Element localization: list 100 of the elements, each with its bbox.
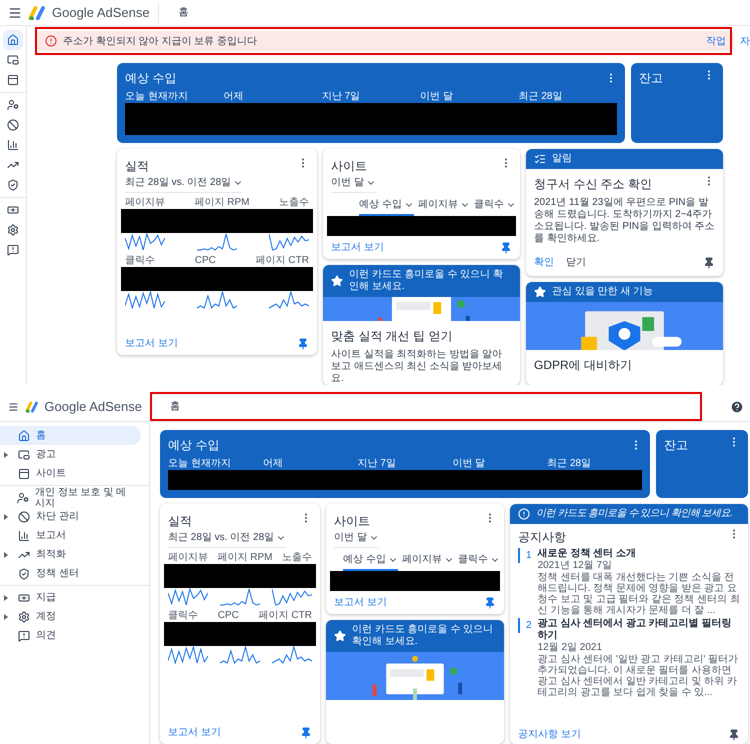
- card-header-text: 알림: [552, 153, 572, 165]
- metric-label: CPC: [194, 255, 216, 267]
- expand-arrow-icon: [4, 514, 8, 520]
- gear-icon: [7, 224, 19, 236]
- sidebar-item[interactable]: [3, 30, 23, 50]
- card-title: 예상 수입: [168, 437, 220, 454]
- period-label: 지난 7일: [358, 458, 397, 470]
- metric-label: 페이지 RPM: [218, 552, 272, 564]
- card-title: 잔고: [639, 70, 663, 87]
- page-title: 홈: [170, 400, 180, 414]
- card-title: 예상 수입: [125, 70, 176, 87]
- ban-icon: [7, 119, 19, 131]
- card-header-text: 이런 카드도 흥미로울 수 있으니 확인해 보세요.: [352, 624, 494, 648]
- period-label: 이번 달: [452, 458, 486, 470]
- person-gear-icon: [7, 99, 19, 111]
- card-title: 사이트: [334, 513, 370, 530]
- menu-icon[interactable]: [8, 6, 22, 20]
- sidebar-item[interactable]: 차단 관리: [0, 507, 141, 526]
- sparkline: [197, 291, 237, 309]
- column-sort-button[interactable]: 클릭수: [458, 552, 500, 571]
- sidebar-item[interactable]: 지급: [0, 588, 141, 607]
- metric-label: 페이지 CTR: [258, 610, 312, 622]
- expand-arrow-icon: [4, 614, 8, 620]
- report-link[interactable]: 보고서 보기: [125, 336, 178, 351]
- range-dropdown[interactable]: 최근 28일 vs. 이전 28일: [125, 175, 244, 193]
- home-icon: [18, 430, 30, 442]
- sparkline: [168, 646, 208, 664]
- column-sort-button[interactable]: 클릭수: [474, 197, 516, 216]
- home-icon: [7, 34, 19, 46]
- sidebar-item[interactable]: 의견: [0, 626, 141, 645]
- shield-icon: [18, 568, 30, 580]
- expand-arrow-icon: [4, 552, 8, 558]
- alert-icon: [518, 508, 530, 520]
- report-link[interactable]: 보고서 보기: [168, 725, 221, 740]
- sidebar-item[interactable]: 계정: [0, 607, 141, 626]
- card-title: 맞춤 실적 개선 팁 얻기: [330, 328, 454, 345]
- banner-action[interactable]: 자: [736, 34, 750, 48]
- card-title: 사이트: [331, 158, 367, 175]
- sparkline: [220, 646, 260, 664]
- card-body: 2021년 11월 23일에 우편으로 PIN을 발송해 드렸습니다. 도착하기까지 2~4주가 소요됩니다. 발송된 PIN을 입력하여 주소를 확인하세요.: [533, 196, 716, 245]
- metric-label: CPC: [218, 610, 239, 622]
- sidebar-item[interactable]: 홈: [0, 426, 141, 445]
- pin-icon[interactable]: [300, 726, 312, 738]
- column-sort-button[interactable]: 페이지뷰: [418, 197, 470, 216]
- chart-icon: [18, 530, 30, 542]
- metric-label: 페이지 CTR: [256, 255, 309, 267]
- notice-body: 정책 센터를 대폭 개선했다는 기쁜 소식을 전해드립니다. 정책 문제에 영향을 받은 광고 요청수 보고 및 고급 필터와 같은 정책 센터의 최신 기능을 통해 게시자가 문제를 더 잘 ...: [538, 572, 740, 616]
- shield-icon: [7, 179, 19, 191]
- sidebar-item[interactable]: 정책 센터: [0, 564, 141, 583]
- period-label: 최근 28일: [518, 91, 564, 103]
- star-icon: [334, 630, 346, 642]
- metric-label: 노출수: [282, 552, 312, 564]
- metric-label: 페이지뷰: [125, 197, 165, 209]
- sidebar-item[interactable]: 광고: [0, 445, 141, 464]
- star-icon: [331, 275, 343, 287]
- sidebar-item[interactable]: 최적화: [0, 545, 141, 564]
- card-title: 잔고: [664, 437, 688, 454]
- notice-date: 12월 2일 2021: [538, 642, 604, 654]
- report-link[interactable]: 보고서 보기: [334, 595, 387, 610]
- window-icon: [7, 54, 19, 66]
- sparkline: [125, 291, 165, 309]
- report-link[interactable]: 보고서 보기: [331, 240, 384, 255]
- pin-icon[interactable]: [500, 242, 512, 254]
- expand-arrow-icon: [4, 594, 8, 600]
- card-header-text: 관심 있을 만한 새 기능: [552, 286, 654, 298]
- period-label: 최근 28일: [547, 458, 592, 470]
- feedback-icon: [18, 630, 30, 642]
- sparkline: [269, 233, 309, 251]
- column-sort-button[interactable]: 페이지뷰: [402, 552, 454, 571]
- star-icon: [534, 286, 546, 298]
- metric-label: 클릭수: [168, 610, 198, 622]
- pin-icon[interactable]: [703, 256, 715, 268]
- card-title: 실적: [125, 158, 149, 175]
- sidebar-item[interactable]: 사이트: [0, 464, 141, 483]
- period-label: 이번 달: [420, 91, 454, 103]
- pin-icon[interactable]: [297, 338, 309, 350]
- pin-icon[interactable]: [728, 728, 740, 740]
- action-button[interactable]: 확인: [534, 255, 554, 270]
- sidebar-item[interactable]: 보고서: [0, 526, 141, 545]
- sidebar-item[interactable]: 개인 정보 보호 및 메시지: [0, 488, 141, 507]
- notice-body: 광고 심사 센터에 '일반 광고 카테고리' 필터가 추가되었습니다. 이 새로운 필터를 사용하면 광고 심사 센터에서 일반 카테고리 및 하위 카테고리의 광고를 보다 쉽게 찾을 수 있...: [538, 654, 740, 698]
- banner-action[interactable]: 작업: [706, 34, 726, 48]
- help-icon[interactable]: [730, 400, 744, 414]
- banknote-icon: [18, 592, 30, 604]
- browser-icon: [18, 468, 30, 480]
- sparkline: [168, 588, 208, 606]
- feedback-icon: [7, 244, 19, 256]
- notices-link[interactable]: 공지사항 보기: [518, 727, 581, 742]
- action-button[interactable]: 닫기: [566, 255, 586, 270]
- card-title: 청구서 수신 주소 확인: [534, 176, 652, 193]
- metric-label: 노출수: [279, 197, 309, 209]
- pin-icon[interactable]: [484, 596, 496, 608]
- range-dropdown[interactable]: 이번 달: [331, 175, 376, 193]
- window-icon: [18, 448, 30, 460]
- card-title: GDPR에 대비하기: [533, 357, 634, 374]
- sparkline: [197, 233, 237, 251]
- range-dropdown[interactable]: 최근 28일 vs. 이전 28일: [168, 530, 286, 548]
- sparkline: [269, 291, 309, 309]
- range-dropdown[interactable]: 이번 달: [334, 530, 379, 548]
- period-label: 오늘 현재까지: [125, 91, 189, 103]
